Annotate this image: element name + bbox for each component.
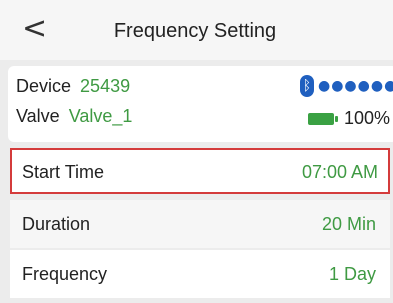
- valve-row: Valve Valve_1: [16, 106, 132, 127]
- back-chevron-icon[interactable]: <: [22, 12, 47, 46]
- device-row: Device 25439: [16, 76, 130, 97]
- start-time-row[interactable]: Start Time 07:00 AM: [10, 148, 390, 194]
- page-title: Frequency Setting: [113, 20, 277, 42]
- battery-percent: 100%: [344, 108, 391, 128]
- frequency-value: 1 Day: [328, 264, 376, 284]
- valve-name: Valve_1: [68, 106, 133, 126]
- start-time-label: Start Time: [22, 162, 105, 182]
- duration-value: 20 Min: [321, 214, 376, 234]
- nav-bar: < Frequency Setting: [0, 0, 393, 60]
- frequency-label: Frequency: [22, 264, 108, 284]
- device-info-card: Device 25439 Valve Valve_1 ᛒ ●●●●●● 100%: [8, 66, 393, 142]
- device-id: 25439: [80, 76, 131, 96]
- signal-strength-icon: ●●●●●●: [318, 78, 393, 94]
- valve-label: Valve: [16, 106, 60, 126]
- device-label: Device: [16, 76, 72, 96]
- start-time-value: 07:00 AM: [301, 162, 378, 182]
- duration-label: Duration: [22, 214, 91, 234]
- duration-row[interactable]: Duration 20 Min: [10, 200, 390, 248]
- frequency-row[interactable]: Frequency 1 Day: [10, 250, 390, 298]
- battery-icon: [308, 113, 338, 125]
- bluetooth-icon: ᛒ: [300, 75, 314, 97]
